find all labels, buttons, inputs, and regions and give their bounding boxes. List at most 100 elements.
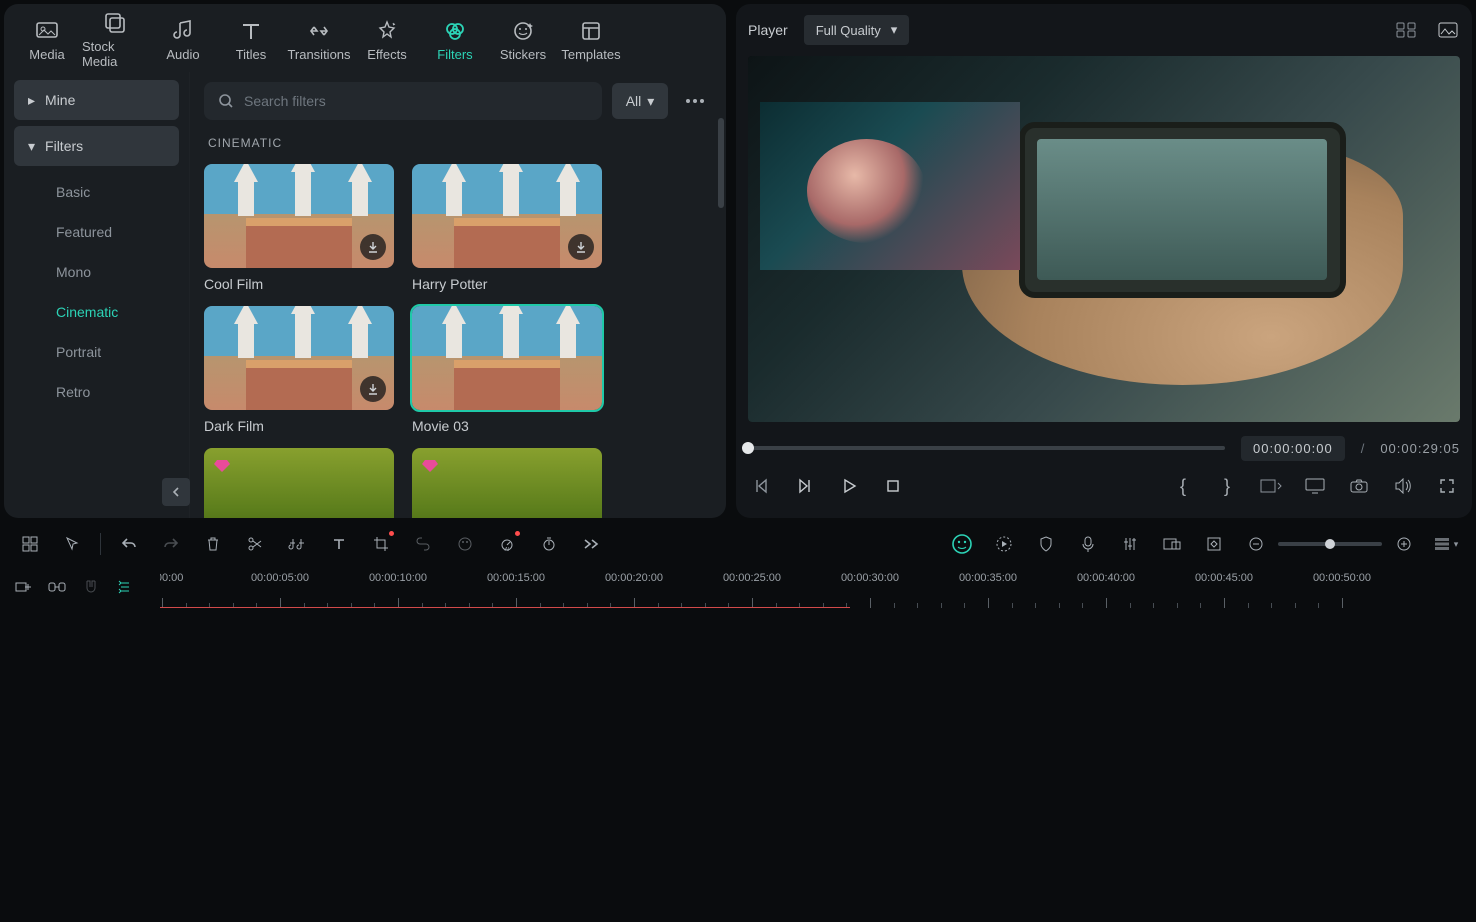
filter-thumb-image[interactable]: [204, 164, 394, 268]
gem-icon: [214, 459, 230, 473]
snapshot-button[interactable]: [1346, 473, 1372, 499]
filter-thumb-image[interactable]: [412, 164, 602, 268]
link-tracks-button[interactable]: [46, 576, 68, 598]
zoom-slider[interactable]: [1278, 542, 1382, 546]
speed-ai-tool[interactable]: AI: [493, 530, 521, 558]
tab-media[interactable]: Media: [14, 12, 80, 68]
ai-assistant-button[interactable]: [948, 530, 976, 558]
split-button[interactable]: [241, 530, 269, 558]
mark-in-button[interactable]: {: [1170, 473, 1196, 499]
library-scrollbar[interactable]: [718, 118, 724, 208]
chevrons-right-icon: [583, 538, 599, 550]
keyframe-button[interactable]: [1200, 530, 1228, 558]
timeline-ruler[interactable]: 00:00:0000:00:05:0000:00:10:0000:00:15:0…: [160, 566, 1476, 608]
select-tool[interactable]: [58, 530, 86, 558]
link-tool[interactable]: [409, 530, 437, 558]
download-badge[interactable]: [360, 376, 386, 402]
more-tools[interactable]: [577, 530, 605, 558]
undo-button[interactable]: [115, 530, 143, 558]
aspect-button[interactable]: [1258, 473, 1284, 499]
marker-button[interactable]: [1032, 530, 1060, 558]
ruler-tick: [1224, 598, 1225, 608]
sidebar-sub-retro[interactable]: Retro: [14, 372, 179, 412]
tab-effects[interactable]: Effects: [354, 12, 420, 68]
filter-thumb-image[interactable]: [412, 306, 602, 410]
audio-tool[interactable]: [283, 530, 311, 558]
sidebar-sub-basic[interactable]: Basic: [14, 172, 179, 212]
ruler-label: 00:00:15:00: [487, 572, 545, 584]
tab-titles[interactable]: Titles: [218, 12, 284, 68]
delete-button[interactable]: [199, 530, 227, 558]
chevron-down-icon: ▾: [28, 138, 35, 155]
player-viewport[interactable]: [748, 56, 1460, 422]
titles-icon: [239, 19, 263, 43]
sidebar-item-filters[interactable]: ▾ Filters: [14, 126, 179, 166]
auto-ripple-button[interactable]: [114, 576, 136, 598]
display-button[interactable]: [1302, 473, 1328, 499]
filter-thumb-image[interactable]: [412, 448, 602, 518]
sidebar-sub-featured[interactable]: Featured: [14, 212, 179, 252]
chevron-down-icon: ▾: [647, 93, 654, 110]
preview-frame-overlay: [1019, 122, 1347, 298]
scrub-track[interactable]: [748, 446, 1225, 450]
magnet-button[interactable]: [80, 576, 102, 598]
filter-thumb-image[interactable]: [204, 448, 394, 518]
play-button[interactable]: [836, 473, 862, 499]
filter-dropdown[interactable]: All ▾: [612, 83, 668, 119]
adjustment-button[interactable]: [1158, 530, 1186, 558]
more-button[interactable]: [678, 84, 712, 118]
chevron-down-icon: ▾: [891, 22, 898, 38]
prev-frame-button[interactable]: [748, 473, 774, 499]
download-icon: [575, 241, 587, 253]
track-rows-icon: [1434, 537, 1450, 551]
filter-thumb-image[interactable]: [204, 306, 394, 410]
music-swap-icon: [288, 537, 306, 551]
search-box[interactable]: [204, 82, 602, 120]
tab-templates[interactable]: Templates: [558, 12, 624, 68]
tab-label: Stock Media: [82, 39, 148, 69]
tab-filters[interactable]: Filters: [422, 12, 488, 68]
layout-button[interactable]: [16, 530, 44, 558]
track-display-button[interactable]: ▾: [1432, 530, 1460, 558]
add-track-button[interactable]: [12, 576, 34, 598]
render-button[interactable]: [990, 530, 1018, 558]
fullscreen-button[interactable]: [1434, 473, 1460, 499]
compare-view-button[interactable]: [1394, 18, 1418, 42]
audio-mixer-button[interactable]: [1116, 530, 1144, 558]
link-tracks-icon: [48, 581, 66, 593]
ruler-label: 00:00:05:00: [251, 572, 309, 584]
ruler-tick-minor: [1059, 603, 1060, 608]
collapse-sidebar-button[interactable]: [162, 478, 190, 506]
zoom-handle[interactable]: [1325, 539, 1335, 549]
mark-out-button[interactable]: }: [1214, 473, 1240, 499]
zoom-out-button[interactable]: [1242, 530, 1270, 558]
text-tool[interactable]: [325, 530, 353, 558]
crop-tool[interactable]: [367, 530, 395, 558]
tab-transitions[interactable]: Transitions: [286, 12, 352, 68]
redo-icon: [163, 537, 179, 551]
quality-dropdown[interactable]: Full Quality ▾: [804, 15, 910, 45]
download-badge[interactable]: [568, 234, 594, 260]
ruler-label: 00:00:50:00: [1313, 572, 1371, 584]
tab-label: Effects: [367, 47, 407, 62]
sidebar-sub-cinematic[interactable]: Cinematic: [14, 292, 179, 332]
volume-button[interactable]: [1390, 473, 1416, 499]
stop-button[interactable]: [880, 473, 906, 499]
ruler-tick-minor: [917, 603, 918, 608]
download-badge[interactable]: [360, 234, 386, 260]
sidebar-sub-mono[interactable]: Mono: [14, 252, 179, 292]
redo-button[interactable]: [157, 530, 185, 558]
tab-stickers[interactable]: Stickers: [490, 12, 556, 68]
sidebar-sub-portrait[interactable]: Portrait: [14, 332, 179, 372]
tab-stock-media[interactable]: Stock Media: [82, 12, 148, 68]
search-input[interactable]: [244, 93, 588, 109]
zoom-in-button[interactable]: [1390, 530, 1418, 558]
color-tool[interactable]: [451, 530, 479, 558]
tab-audio[interactable]: Audio: [150, 12, 216, 68]
snapshot-view-button[interactable]: [1436, 18, 1460, 42]
sidebar-item-mine[interactable]: ▸ Mine: [14, 80, 179, 120]
scrub-handle[interactable]: [742, 442, 754, 454]
next-frame-button[interactable]: [792, 473, 818, 499]
speed-tool[interactable]: [535, 530, 563, 558]
voiceover-button[interactable]: [1074, 530, 1102, 558]
